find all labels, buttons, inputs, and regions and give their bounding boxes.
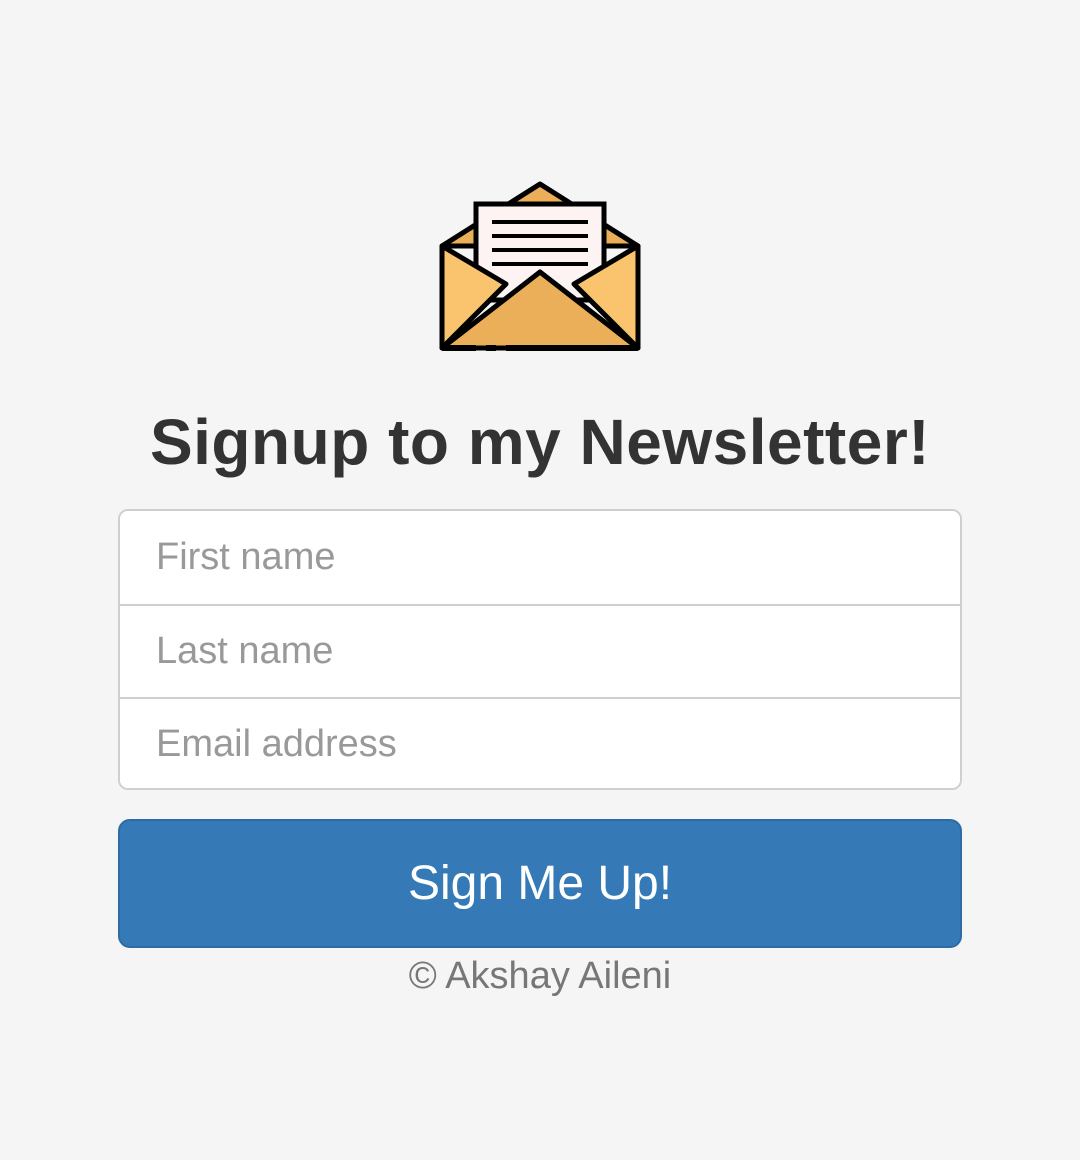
first-name-input[interactable] (120, 511, 960, 604)
last-name-input[interactable] (120, 604, 960, 697)
sign-me-up-button[interactable]: Sign Me Up! (118, 819, 962, 948)
open-envelope-icon (439, 181, 641, 351)
signup-form (118, 509, 962, 790)
page-title: Signup to my Newsletter! (149, 406, 931, 478)
copyright-text: © Akshay Aileni (408, 955, 672, 997)
signup-page: Signup to my Newsletter! Sign Me Up! © A… (0, 0, 1080, 1160)
email-input[interactable] (120, 697, 960, 788)
